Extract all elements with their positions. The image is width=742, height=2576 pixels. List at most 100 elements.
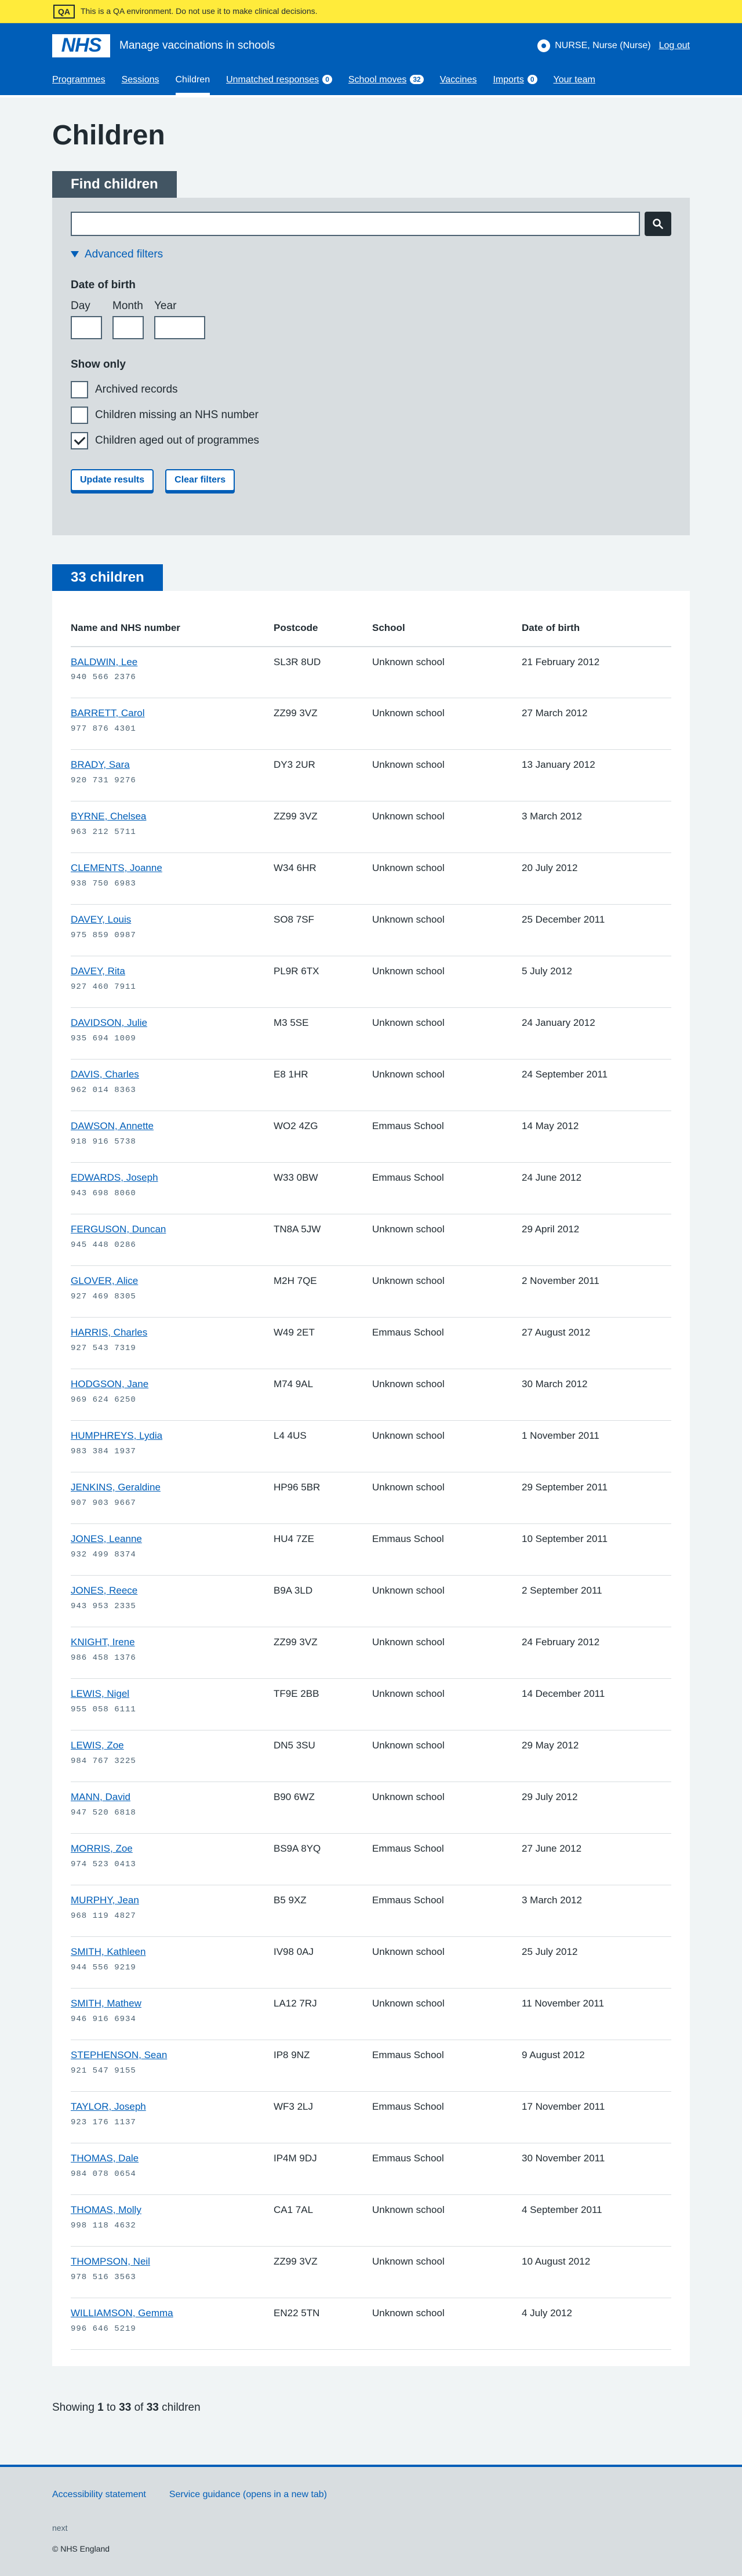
child-name-link[interactable]: DAVIS, Charles	[71, 1068, 274, 1082]
child-name-link[interactable]: JONES, Leanne	[71, 1532, 274, 1547]
child-name-link[interactable]: BALDWIN, Lee	[71, 655, 274, 670]
nhs-number: 962 014 8363	[71, 1085, 136, 1095]
search-button[interactable]	[645, 211, 671, 236]
nhs-number: 975 859 0987	[71, 930, 136, 940]
child-name-link[interactable]: JENKINS, Geraldine	[71, 1481, 274, 1495]
table-row: LEWIS, Nigel 955 058 6111 TF9E 2BB Unknown …	[71, 1678, 671, 1731]
pagination-of-word: of	[134, 2401, 144, 2414]
cell-dob: 17 November 2011	[522, 2091, 671, 2144]
logout-link[interactable]: Log out	[659, 39, 690, 52]
table-row: JONES, Reece 943 953 2335 B9A 3LD Unknown s…	[71, 1575, 671, 1628]
checkbox[interactable]	[71, 380, 88, 398]
child-name-link[interactable]: HUMPHREYS, Lydia	[71, 1429, 274, 1443]
nav-item-label: School moves	[348, 75, 407, 85]
cell-dob: 2 November 2011	[522, 1265, 671, 1318]
cell-school: Unknown school	[372, 646, 522, 699]
child-name-link[interactable]: THOMPSON, Neil	[71, 2255, 274, 2269]
cell-name: MORRIS, Zoe 974 523 0413	[71, 1833, 274, 1886]
child-name-link[interactable]: DAVEY, Louis	[71, 913, 274, 927]
filter-option[interactable]: Archived records	[71, 380, 671, 398]
dob-year-field: Year	[154, 298, 205, 340]
child-name-link[interactable]: TAYLOR, Joseph	[71, 2100, 274, 2114]
dob-year-label: Year	[154, 299, 177, 312]
nav-item-your-team[interactable]: Your team	[554, 68, 595, 95]
nav-item-sessions[interactable]: Sessions	[122, 68, 159, 95]
filter-heading: Find children	[52, 170, 177, 198]
child-name-link[interactable]: LEWIS, Nigel	[71, 1687, 274, 1701]
checkbox[interactable]	[71, 431, 88, 449]
cell-dob: 30 March 2012	[522, 1369, 671, 1421]
dob-day-input[interactable]	[71, 316, 102, 340]
search-row	[71, 211, 671, 236]
cell-postcode: ZZ99 3VZ	[274, 698, 372, 750]
table-row: FERGUSON, Duncan 945 448 0286 TN8A 5JW Unkn…	[71, 1214, 671, 1267]
cell-name: FERGUSON, Duncan 945 448 0286	[71, 1214, 274, 1267]
child-name-link[interactable]: THOMAS, Dale	[71, 2151, 274, 2166]
nhs-number: 938 750 6983	[71, 879, 136, 888]
filter-option[interactable]: Children missing an NHS number	[71, 406, 671, 424]
child-name-link[interactable]: SMITH, Mathew	[71, 1997, 274, 2011]
table-row: BYRNE, Chelsea 963 212 5711 ZZ99 3VZ Unknow…	[71, 801, 671, 854]
nhs-logo[interactable]: NHS	[52, 34, 110, 57]
child-name-link[interactable]: WILLIAMSON, Gemma	[71, 2306, 274, 2321]
nhs-number: 944 556 9219	[71, 1962, 136, 1972]
child-name-link[interactable]: DAWSON, Annette	[71, 1119, 274, 1134]
child-name-link[interactable]: HARRIS, Charles	[71, 1326, 274, 1340]
nhs-number: 996 646 5219	[71, 2324, 136, 2334]
cell-dob: 24 June 2012	[522, 1162, 671, 1215]
child-name-link[interactable]: BARRETT, Carol	[71, 706, 274, 721]
dob-month-input[interactable]	[112, 316, 144, 340]
child-name-link[interactable]: BRADY, Sara	[71, 758, 274, 772]
search-input[interactable]	[71, 211, 640, 236]
child-name-link[interactable]: MANN, David	[71, 1790, 274, 1805]
child-name-link[interactable]: HODGSON, Jane	[71, 1377, 274, 1392]
table-row: STEPHENSON, Sean 921 547 9155 IP8 9NZ Emmau…	[71, 2040, 671, 2092]
cell-name: JONES, Leanne 932 499 8374	[71, 1523, 274, 1576]
nav-item-unmatched-responses[interactable]: Unmatched responses 0	[226, 68, 332, 95]
child-name-link[interactable]: LEWIS, Zoe	[71, 1739, 274, 1753]
checkbox[interactable]	[71, 406, 88, 424]
pagination-total: 33	[146, 2401, 159, 2414]
cell-dob: 25 July 2012	[522, 1936, 671, 1989]
child-name-link[interactable]: EDWARDS, Joseph	[71, 1171, 274, 1185]
update-results-button[interactable]: Update results	[71, 469, 154, 491]
nav-item-vaccines[interactable]: Vaccines	[440, 68, 477, 95]
child-name-link[interactable]: GLOVER, Alice	[71, 1274, 274, 1289]
nav-item-imports[interactable]: Imports 0	[493, 68, 537, 95]
cell-postcode: W49 2ET	[274, 1317, 372, 1370]
nhs-number: 983 384 1937	[71, 1446, 136, 1456]
child-name-link[interactable]: BYRNE, Chelsea	[71, 810, 274, 824]
cell-dob: 27 March 2012	[522, 698, 671, 750]
filter-option[interactable]: Children aged out of programmes	[71, 431, 671, 449]
service-name[interactable]: Manage vaccinations in schools	[119, 38, 275, 54]
advanced-filters-toggle[interactable]: Advanced filters	[71, 246, 671, 263]
table-row: BRADY, Sara 920 731 9276 DY3 2UR Unknown sc…	[71, 749, 671, 802]
child-name-link[interactable]: DAVEY, Rita	[71, 964, 274, 979]
table-row: SMITH, Kathleen 944 556 9219 IV98 0AJ Unkno…	[71, 1936, 671, 1989]
child-name-link[interactable]: CLEMENTS, Joanne	[71, 861, 274, 876]
child-name-link[interactable]: FERGUSON, Duncan	[71, 1222, 274, 1237]
child-name-link[interactable]: MORRIS, Zoe	[71, 1842, 274, 1856]
cell-postcode: SL3R 8UD	[274, 646, 372, 699]
nhs-number: 947 520 6818	[71, 1808, 136, 1817]
child-name-link[interactable]: THOMAS, Molly	[71, 2203, 274, 2218]
clear-filters-button[interactable]: Clear filters	[165, 469, 235, 491]
child-name-link[interactable]: DAVIDSON, Julie	[71, 1016, 274, 1031]
advanced-filters-link[interactable]: Advanced filters	[85, 246, 163, 263]
child-name-link[interactable]: KNIGHT, Irene	[71, 1635, 274, 1650]
child-name-link[interactable]: JONES, Reece	[71, 1584, 274, 1598]
table-row: DAVEY, Louis 975 859 0987 SO8 7SF Unknown s…	[71, 904, 671, 957]
footer-link-accessibility[interactable]: Accessibility statement	[52, 2488, 146, 2501]
pagination-to-word: to	[107, 2401, 116, 2414]
nav-item-programmes[interactable]: Programmes	[52, 68, 106, 95]
child-name-link[interactable]: SMITH, Kathleen	[71, 1945, 274, 1960]
child-name-link[interactable]: STEPHENSON, Sean	[71, 2048, 274, 2063]
pagination-to: 33	[119, 2401, 132, 2414]
child-name-link[interactable]: MURPHY, Jean	[71, 1893, 274, 1908]
nav-item-children[interactable]: Children	[175, 68, 210, 95]
nav-item-school-moves[interactable]: School moves 32	[348, 68, 424, 95]
dob-year-input[interactable]	[154, 316, 205, 340]
nhs-number: 963 212 5711	[71, 827, 136, 837]
footer-link-service-guidance[interactable]: Service guidance (opens in a new tab)	[169, 2488, 327, 2501]
table-row: CLEMENTS, Joanne 938 750 6983 W34 6HR Unkno…	[71, 852, 671, 905]
